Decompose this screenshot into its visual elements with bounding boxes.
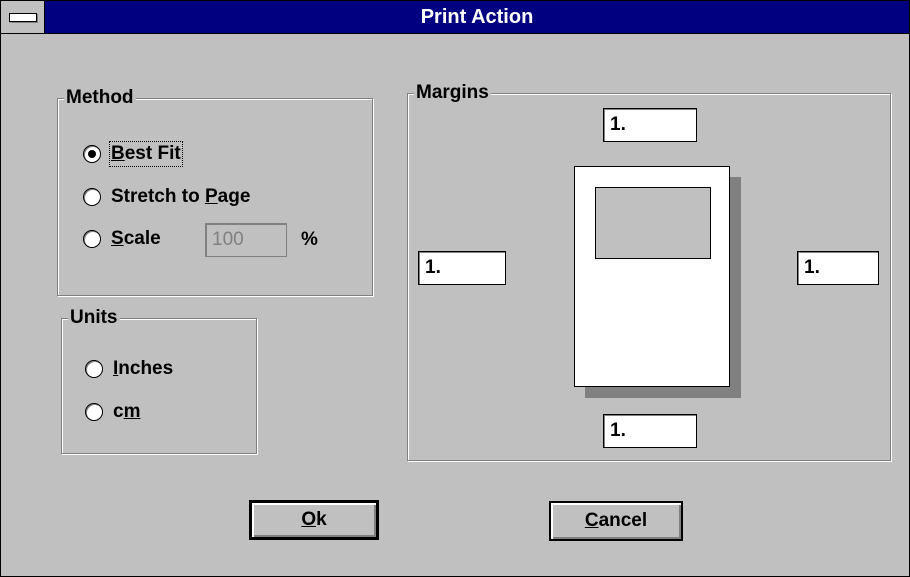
ok-button-label: Ok (301, 509, 327, 530)
inches-label: Inches (113, 358, 174, 379)
page-preview (574, 166, 730, 387)
units-inches-option[interactable]: Inches (85, 356, 173, 382)
cancel-button[interactable]: Cancel (549, 501, 683, 541)
method-best-fit-option[interactable]: Best Fit (83, 141, 183, 167)
inches-radio[interactable] (85, 360, 103, 378)
left-margin-input[interactable]: 1. (418, 251, 506, 285)
system-menu-icon (9, 13, 37, 22)
scale-radio[interactable] (83, 230, 101, 248)
cancel-button-label: Cancel (584, 510, 648, 531)
page-preview-image-area (595, 187, 711, 259)
stretch-to-page-label: Stretch to Page (111, 186, 251, 207)
method-legend: Method (64, 87, 136, 109)
best-fit-label: Best Fit (109, 141, 183, 167)
right-margin-input[interactable]: 1. (797, 251, 879, 285)
bottom-margin-input[interactable]: 1. (603, 414, 697, 448)
stretch-to-page-radio[interactable] (83, 188, 101, 206)
scale-input[interactable]: 100 (205, 223, 287, 257)
method-scale-option[interactable]: Scale (83, 226, 161, 252)
ok-button[interactable]: Ok (249, 500, 379, 540)
cm-label: cm (113, 401, 141, 422)
cm-radio[interactable] (85, 403, 103, 421)
title-bar: Print Action (1, 1, 909, 34)
scale-label: Scale (111, 228, 161, 249)
margins-legend: Margins (414, 82, 491, 104)
scale-percent-label: % (301, 229, 318, 250)
units-legend: Units (68, 307, 120, 329)
units-cm-option[interactable]: cm (85, 399, 140, 425)
top-margin-input[interactable]: 1. (603, 108, 697, 142)
window-title: Print Action (420, 6, 534, 28)
method-stretch-option[interactable]: Stretch to Page (83, 184, 250, 210)
best-fit-radio[interactable] (83, 145, 101, 163)
print-action-dialog: Print Action Method Best Fit Stretch to … (0, 0, 910, 577)
units-group: Units (61, 307, 257, 454)
system-menu-button[interactable] (1, 1, 45, 33)
